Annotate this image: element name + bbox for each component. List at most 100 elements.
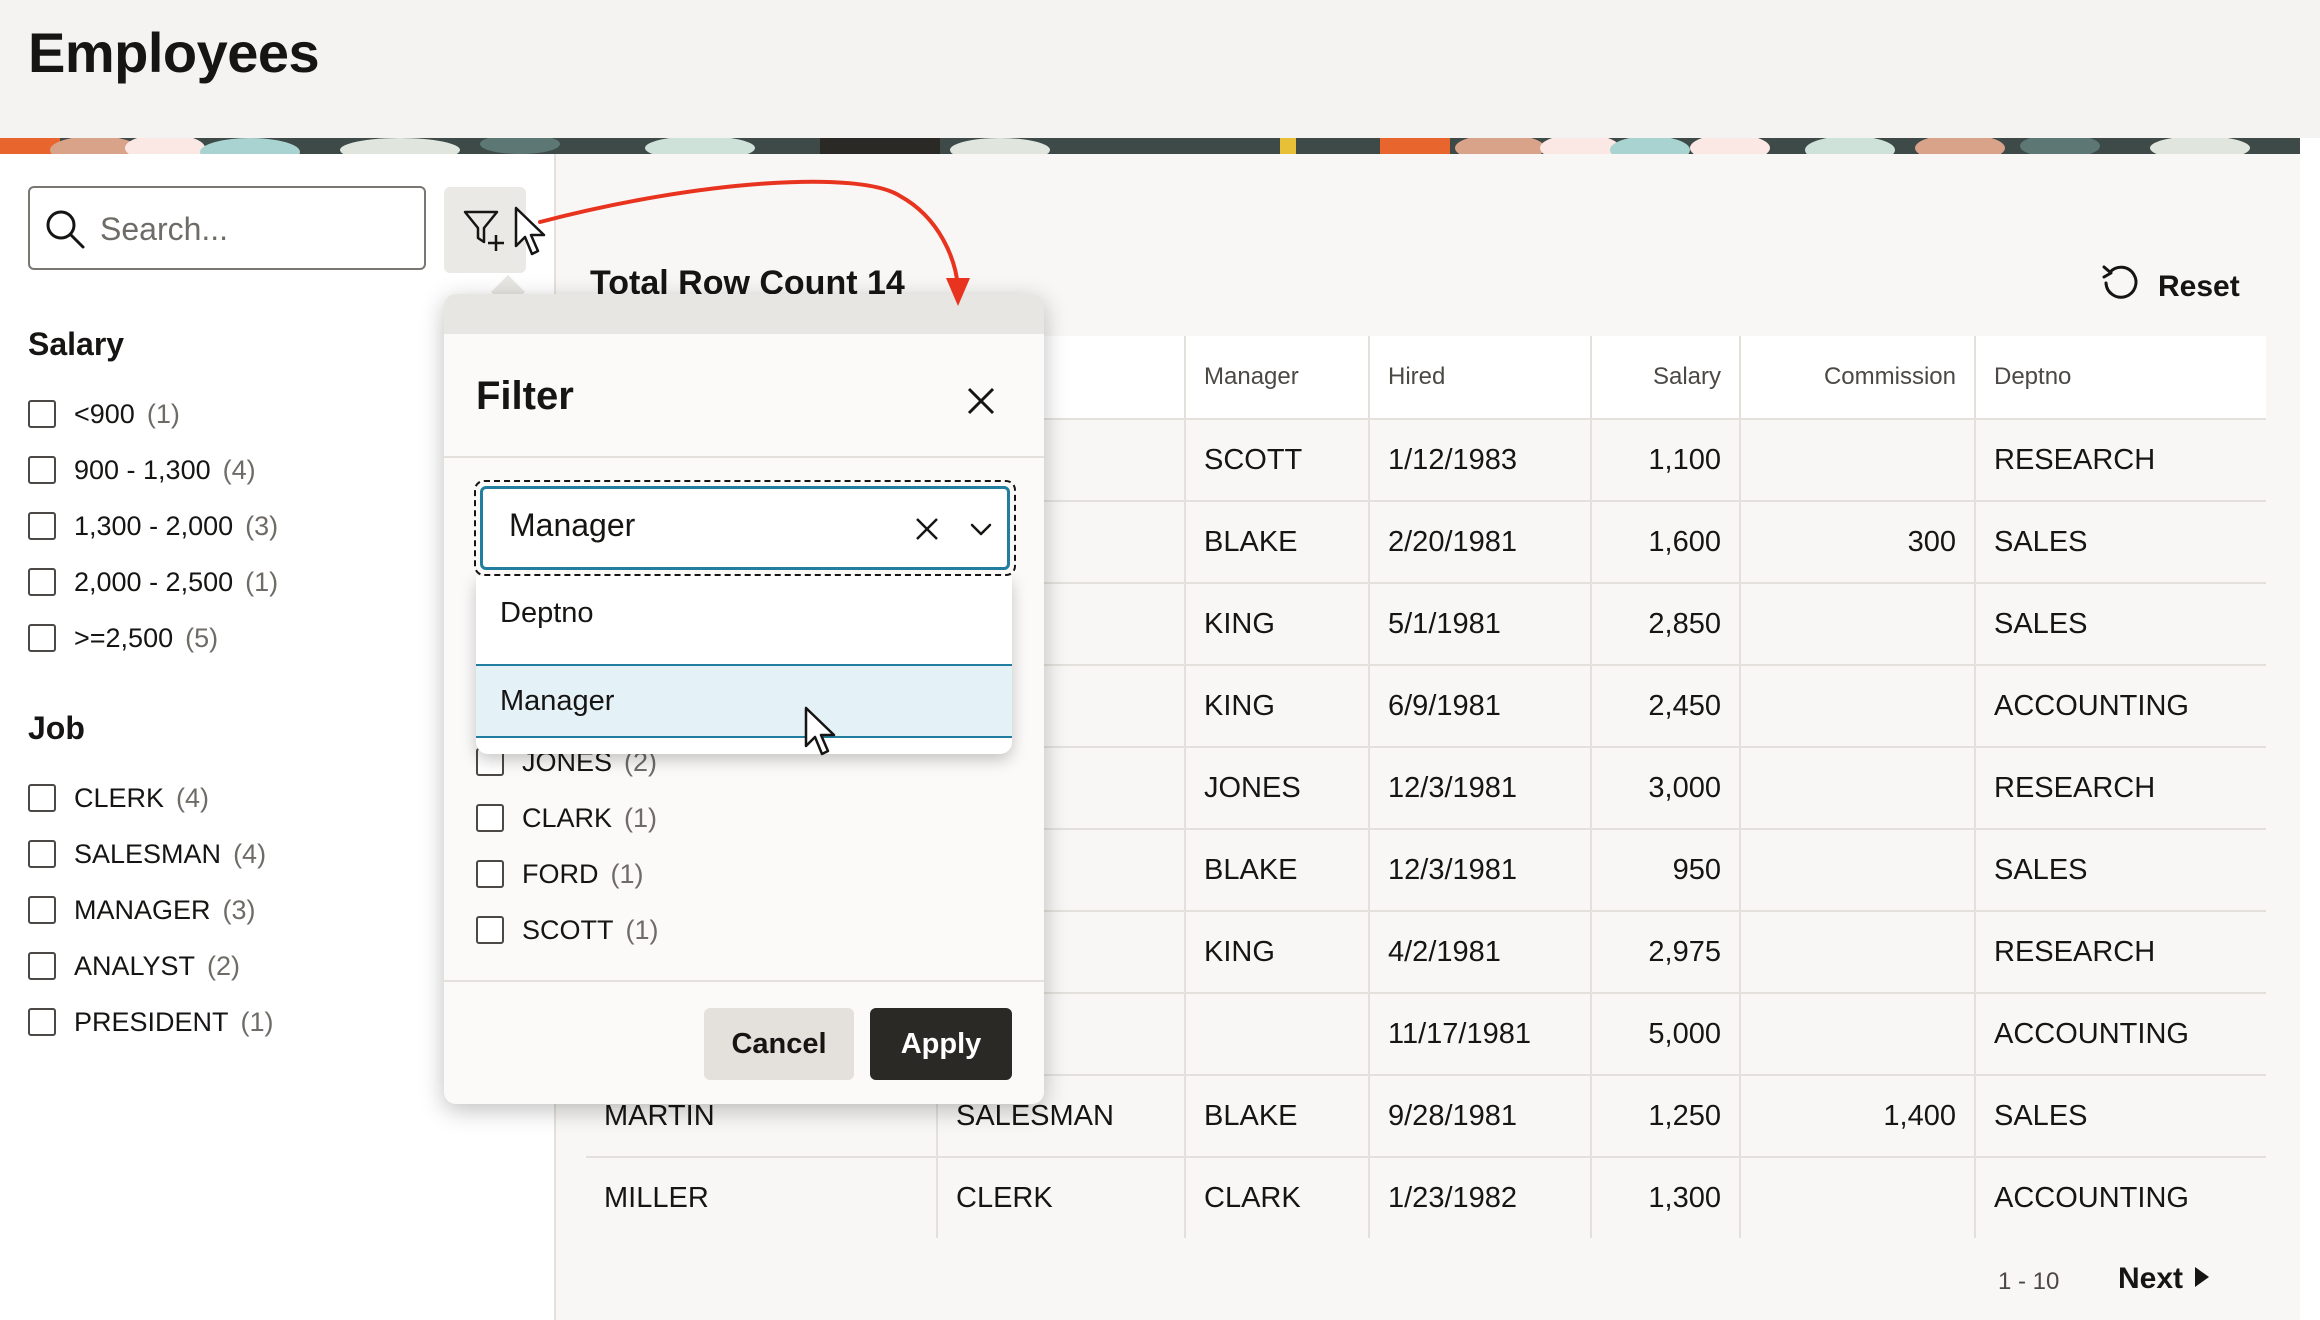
cell: 1,600 (1591, 500, 1741, 583)
apply-button[interactable]: Apply (870, 1008, 1012, 1080)
checkbox[interactable] (476, 860, 504, 888)
cell: SALES (1975, 1074, 2266, 1157)
facet-option-label: 1,300 - 2,000 (74, 510, 234, 541)
column-header-manager[interactable]: Manager (1185, 336, 1370, 419)
checkbox[interactable] (28, 952, 56, 980)
clear-icon[interactable] (911, 513, 943, 550)
facet-option[interactable]: MANAGER (3) (28, 890, 256, 930)
facet-title-salary: Salary (28, 326, 125, 362)
filter-value-option[interactable]: CLARK (1) (476, 798, 657, 838)
chevron-down-icon[interactable] (967, 517, 995, 546)
checkbox[interactable] (28, 568, 56, 596)
checkbox[interactable] (476, 804, 504, 832)
facet-option-label: SALESMAN (74, 838, 222, 869)
facet-option[interactable]: 900 - 1,300 (4) (28, 450, 256, 490)
checkbox[interactable] (28, 784, 56, 812)
page-header: Employees (0, 0, 2320, 138)
reset-label: Reset (2158, 270, 2240, 303)
decorative-banner (0, 138, 2300, 154)
checkbox[interactable] (28, 840, 56, 868)
cell: CLERK (937, 1156, 1186, 1238)
close-icon (960, 387, 1002, 426)
cell: 5/1/1981 (1369, 582, 1592, 665)
cell: SALES (1975, 828, 2266, 911)
cell: 2,850 (1591, 582, 1741, 665)
add-filter-button[interactable] (444, 187, 526, 273)
facet-option-label: 900 - 1,300 (74, 454, 211, 485)
divider (444, 456, 1044, 458)
next-page-button[interactable]: Next (2118, 1262, 2211, 1296)
checkbox[interactable] (28, 512, 56, 540)
checkbox[interactable] (28, 624, 56, 652)
column-header-hired[interactable]: Hired (1369, 336, 1592, 419)
cell: 6/9/1981 (1369, 664, 1592, 747)
cell: 9/28/1981 (1369, 1074, 1592, 1157)
caret-right-icon (2193, 1262, 2211, 1296)
listbox-option-manager[interactable]: Manager (476, 664, 1012, 738)
cell (1740, 992, 1976, 1075)
search-input[interactable] (98, 202, 414, 256)
filter-value-option[interactable]: SCOTT (1) (476, 910, 659, 950)
close-button[interactable] (960, 380, 1002, 422)
facet-option[interactable]: SALESMAN (4) (28, 834, 266, 874)
facet-option[interactable]: 1,300 - 2,000 (3) (28, 506, 278, 546)
facet-option-count: (1) (146, 398, 180, 429)
search-box[interactable] (28, 186, 426, 270)
cell: SALES (1975, 500, 2266, 583)
cell: 2,450 (1591, 664, 1741, 747)
cell: 1,250 (1591, 1074, 1741, 1157)
facet-option-label: PRESIDENT (74, 1006, 229, 1037)
facet-option[interactable]: ANALYST (2) (28, 946, 240, 986)
facet-option-label: >=2,500 (74, 622, 174, 653)
facet-option[interactable]: >=2,500 (5) (28, 618, 218, 658)
filter-value-option[interactable]: FORD (1) (476, 854, 644, 894)
checkbox[interactable] (28, 896, 56, 924)
cell: RESEARCH (1975, 746, 2266, 829)
cell: BLAKE (1185, 828, 1370, 911)
cell: 4/2/1981 (1369, 910, 1592, 993)
filter-value-count: (1) (610, 858, 644, 889)
cell: 1,300 (1591, 1156, 1741, 1238)
facet-option[interactable]: 2,000 - 2,500 (1) (28, 562, 278, 602)
cell: RESEARCH (1975, 910, 2266, 993)
cell: ACCOUNTING (1975, 664, 2266, 747)
cell: ACCOUNTING (1975, 992, 2266, 1075)
column-header-salary[interactable]: Salary (1591, 336, 1741, 419)
cell (1740, 1156, 1976, 1238)
facet-option-label: 2,000 - 2,500 (74, 566, 234, 597)
cancel-button[interactable]: Cancel (704, 1008, 854, 1080)
reset-icon (2100, 263, 2158, 311)
facet-option-label: ANALYST (74, 950, 196, 981)
facet-option[interactable]: <900 (1) (28, 394, 180, 434)
table-row[interactable]: MILLER CLERK CLARK 1/23/1982 1,300 ACCOUNTING (586, 1156, 2266, 1238)
facet-option[interactable]: CLERK (4) (28, 778, 209, 818)
cell: BLAKE (1185, 500, 1370, 583)
cell (1185, 992, 1370, 1075)
facet-option-count: (5) (185, 622, 219, 653)
cell: 2,975 (1591, 910, 1741, 993)
select-value: Manager (509, 507, 636, 543)
column-header-commission[interactable]: Commission (1740, 336, 1976, 419)
cell: 3,000 (1591, 746, 1741, 829)
dialog-title: Filter (476, 374, 574, 418)
column-header-deptno[interactable]: Deptno (1975, 336, 2266, 419)
checkbox[interactable] (28, 1008, 56, 1036)
checkbox[interactable] (28, 456, 56, 484)
cell (1740, 418, 1976, 501)
filter-field-select[interactable]: Manager (480, 486, 1010, 570)
filter-field-select-focus-ring: Manager (474, 480, 1016, 576)
listbox-option-deptno[interactable]: Deptno (476, 576, 1012, 650)
facet-title-job: Job (28, 710, 85, 746)
cell (1740, 910, 1976, 993)
facet-option[interactable]: PRESIDENT (1) (28, 1002, 274, 1042)
checkbox[interactable] (476, 916, 504, 944)
facet-option-label: <900 (74, 398, 135, 429)
checkbox[interactable] (28, 400, 56, 428)
cell (1740, 664, 1976, 747)
cell: KING (1185, 910, 1370, 993)
reset-button[interactable]: Reset (2100, 262, 2240, 312)
cell: BLAKE (1185, 1074, 1370, 1157)
page-title: Employees (28, 21, 320, 84)
facet-option-count: (1) (245, 566, 279, 597)
cell: SCOTT (1185, 418, 1370, 501)
